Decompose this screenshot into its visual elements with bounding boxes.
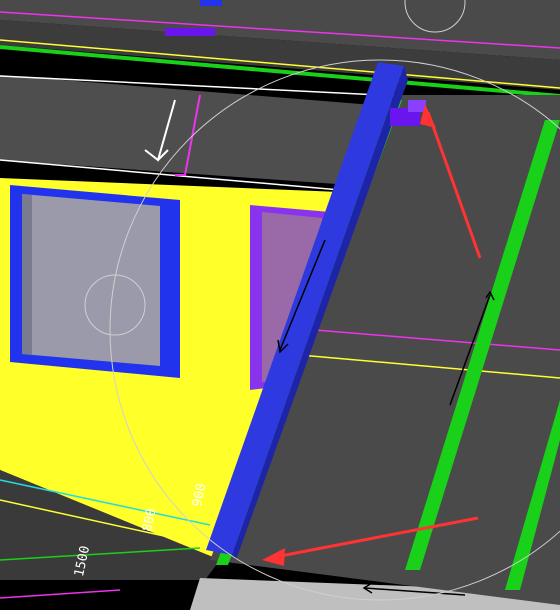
- top-marker: [200, 0, 222, 6]
- 3d-model-viewport[interactable]: 1500 800 900: [0, 0, 560, 610]
- top-magenta-block: [165, 28, 215, 36]
- window[interactable]: [10, 185, 180, 378]
- magenta-floor-line: [0, 589, 121, 599]
- model-canvas[interactable]: [0, 0, 560, 610]
